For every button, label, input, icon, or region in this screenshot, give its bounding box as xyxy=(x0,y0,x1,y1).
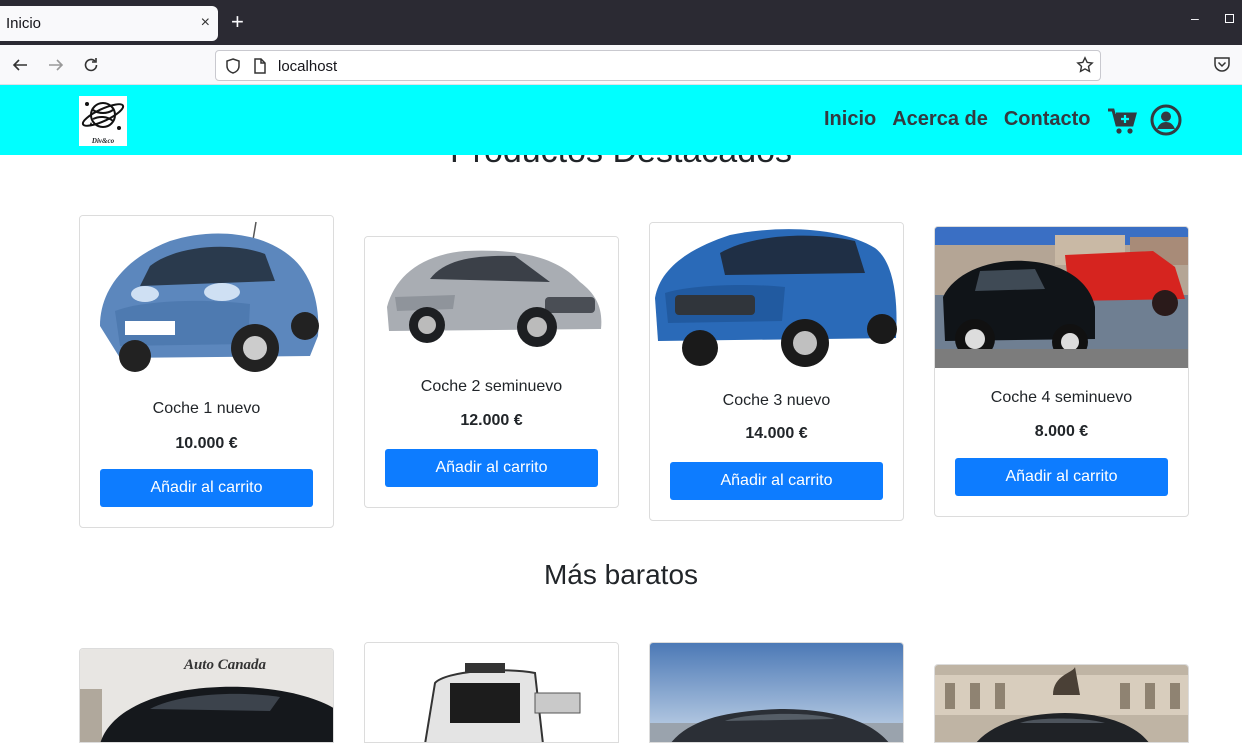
reload-icon[interactable] xyxy=(80,54,102,76)
browser-toolbar: localhost xyxy=(0,45,1242,85)
restore-icon[interactable] xyxy=(1225,14,1234,23)
cheapest-section-title: Más baratos xyxy=(543,559,699,590)
url-bar[interactable]: localhost xyxy=(215,50,1101,81)
menu-item-contacto[interactable]: Contacto xyxy=(1004,107,1091,131)
product-image-2[interactable] xyxy=(365,237,618,359)
product-name-1: Coche 1 nuevo xyxy=(152,400,261,417)
product-card-4: Coche 4 seminuevo 8.000 € Añadir al carr… xyxy=(934,226,1189,517)
browser-tab-bar: Inicio × + – xyxy=(0,0,1242,45)
cheap-product-image-2[interactable] xyxy=(365,643,619,743)
cheap-product-image-4[interactable] xyxy=(935,665,1189,743)
cheap-product-card-3 xyxy=(649,642,904,743)
url-text[interactable]: localhost xyxy=(278,58,337,75)
tab-title: Inicio xyxy=(6,15,42,32)
product-card-2: Coche 2 seminuevo 12.000 € Añadir al car… xyxy=(364,236,619,508)
product-price-3: 14.000 € xyxy=(745,425,808,442)
main-menu: Inicio Acerca de Contacto xyxy=(824,107,1091,131)
browser-tab[interactable]: Inicio × xyxy=(0,6,218,41)
user-account-icon[interactable] xyxy=(1150,104,1182,141)
menu-item-acerca-de[interactable]: Acerca de xyxy=(892,107,988,131)
back-arrow-icon[interactable] xyxy=(9,54,31,76)
logo-text: Div&co xyxy=(91,137,115,145)
minimize-icon[interactable]: – xyxy=(1191,10,1199,26)
add-to-cart-button-1[interactable]: Añadir al carrito xyxy=(100,469,313,507)
product-image-3[interactable] xyxy=(650,223,903,372)
cheap-product-card-2 xyxy=(364,642,619,743)
cart-plus-icon[interactable] xyxy=(1107,107,1137,140)
product-name-3: Coche 3 nuevo xyxy=(722,392,831,409)
site-logo[interactable]: Div&co xyxy=(79,96,127,146)
product-price-1: 10.000 € xyxy=(175,435,238,452)
product-name-4: Coche 4 seminuevo xyxy=(990,389,1133,406)
cheap-product-card-4 xyxy=(934,664,1189,743)
new-tab-icon[interactable]: + xyxy=(231,10,244,34)
shield-icon[interactable] xyxy=(224,57,242,80)
tab-close-icon[interactable]: × xyxy=(201,13,210,33)
product-card-1: Coche 1 nuevo 10.000 € Añadir al carrito xyxy=(79,215,334,528)
add-to-cart-button-2[interactable]: Añadir al carrito xyxy=(385,449,598,487)
product-name-2: Coche 2 seminuevo xyxy=(420,378,563,395)
auto-canada-sign: Auto Canada xyxy=(183,657,267,673)
cheap-product-image-3[interactable] xyxy=(650,643,904,743)
product-card-3: Coche 3 nuevo 14.000 € Añadir al carrito xyxy=(649,222,904,521)
add-to-cart-button-3[interactable]: Añadir al carrito xyxy=(670,462,883,500)
add-to-cart-button-4[interactable]: Añadir al carrito xyxy=(955,458,1168,496)
bookmark-star-icon[interactable] xyxy=(1076,56,1094,79)
product-price-4: 8.000 € xyxy=(1034,423,1089,440)
cheap-product-card-1: Auto Canada xyxy=(79,648,334,743)
globe-logo-icon xyxy=(81,102,125,130)
page-icon xyxy=(252,57,268,80)
forward-arrow-icon[interactable] xyxy=(45,54,67,76)
pocket-icon[interactable] xyxy=(1213,55,1231,78)
product-image-4[interactable] xyxy=(935,227,1188,368)
product-price-2: 12.000 € xyxy=(460,412,523,429)
site-header: Div&co Inicio Acerca de Contacto xyxy=(0,85,1242,155)
product-image-1[interactable] xyxy=(80,216,333,379)
menu-item-inicio[interactable]: Inicio xyxy=(824,107,876,131)
cheap-product-image-1[interactable]: Auto Canada xyxy=(80,649,334,743)
